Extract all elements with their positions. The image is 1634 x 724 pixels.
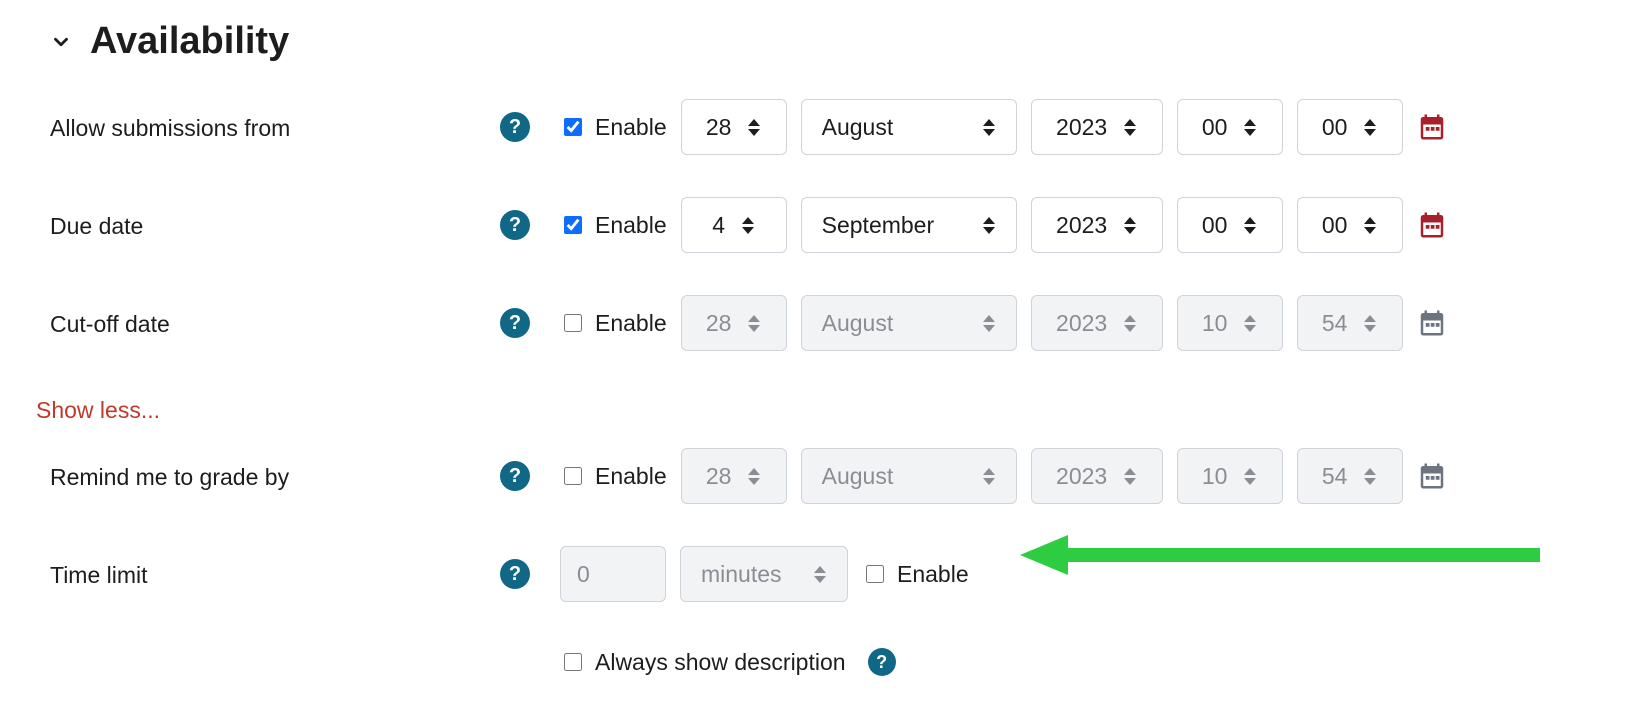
calendar-icon[interactable] xyxy=(1417,210,1447,240)
remind-enable-checkbox[interactable] xyxy=(564,467,582,485)
remind-hour-value: 10 xyxy=(1202,463,1228,490)
cutoff-day-value: 28 xyxy=(706,310,732,337)
due-date-minute-select[interactable]: 00 xyxy=(1297,197,1403,253)
caret-icon xyxy=(747,119,761,136)
cutoff-minute-select[interactable]: 54 xyxy=(1297,295,1403,351)
cutoff-month-select[interactable]: August xyxy=(801,295,1017,351)
calendar-icon[interactable] xyxy=(1417,112,1447,142)
caret-icon xyxy=(982,315,996,332)
enable-label: Enable xyxy=(595,114,667,141)
due-date-enable-checkbox[interactable] xyxy=(564,216,582,234)
remind-month-value: August xyxy=(822,463,894,490)
caret-icon xyxy=(741,217,755,234)
cutoff-hour-value: 10 xyxy=(1202,310,1228,337)
label-remind: Remind me to grade by xyxy=(50,464,289,490)
remind-year-value: 2023 xyxy=(1056,463,1107,490)
time-limit-enable-checkbox[interactable] xyxy=(866,565,884,583)
allow-from-hour-value: 00 xyxy=(1202,114,1228,141)
caret-icon xyxy=(1363,315,1377,332)
remind-month-select[interactable]: August xyxy=(801,448,1017,504)
due-date-hour-select[interactable]: 00 xyxy=(1177,197,1283,253)
help-icon[interactable]: ? xyxy=(500,308,530,338)
calendar-icon[interactable] xyxy=(1417,308,1447,338)
show-less-link[interactable]: Show less... xyxy=(36,397,160,424)
cutoff-minute-value: 54 xyxy=(1322,310,1348,337)
remind-day-value: 28 xyxy=(706,463,732,490)
remind-day-select[interactable]: 28 xyxy=(681,448,787,504)
caret-icon xyxy=(1123,315,1137,332)
due-date-month-select[interactable]: September xyxy=(801,197,1017,253)
caret-icon xyxy=(1363,468,1377,485)
caret-icon xyxy=(1363,217,1377,234)
allow-from-day-select[interactable]: 28 xyxy=(681,99,787,155)
remind-hour-select[interactable]: 10 xyxy=(1177,448,1283,504)
due-date-year-value: 2023 xyxy=(1056,212,1107,239)
cutoff-year-select[interactable]: 2023 xyxy=(1031,295,1163,351)
caret-icon xyxy=(982,468,996,485)
due-date-month-value: September xyxy=(822,212,935,239)
remind-minute-value: 54 xyxy=(1322,463,1348,490)
time-limit-value: 0 xyxy=(577,561,590,588)
enable-label: Enable xyxy=(897,561,969,588)
caret-icon xyxy=(1243,119,1257,136)
due-date-year-select[interactable]: 2023 xyxy=(1031,197,1163,253)
caret-icon xyxy=(1123,468,1137,485)
allow-from-year-value: 2023 xyxy=(1056,114,1107,141)
help-icon[interactable]: ? xyxy=(500,210,530,240)
remind-minute-select[interactable]: 54 xyxy=(1297,448,1403,504)
due-date-hour-value: 00 xyxy=(1202,212,1228,239)
enable-label: Enable xyxy=(595,310,667,337)
label-cutoff: Cut-off date xyxy=(50,311,170,337)
allow-from-month-value: August xyxy=(822,114,894,141)
due-date-day-select[interactable]: 4 xyxy=(681,197,787,253)
time-limit-unit-value: minutes xyxy=(701,561,782,588)
caret-icon xyxy=(982,217,996,234)
label-time-limit: Time limit xyxy=(50,562,148,588)
cutoff-day-select[interactable]: 28 xyxy=(681,295,787,351)
help-icon[interactable]: ? xyxy=(868,648,896,676)
calendar-icon[interactable] xyxy=(1417,461,1447,491)
caret-icon xyxy=(982,119,996,136)
help-icon[interactable]: ? xyxy=(500,112,530,142)
allow-from-day-value: 28 xyxy=(706,114,732,141)
caret-icon xyxy=(747,468,761,485)
cutoff-hour-select[interactable]: 10 xyxy=(1177,295,1283,351)
caret-icon xyxy=(1243,468,1257,485)
always-show-description-label: Always show description xyxy=(595,649,846,676)
caret-icon xyxy=(1363,119,1377,136)
allow-from-hour-select[interactable]: 00 xyxy=(1177,99,1283,155)
section-title: Availability xyxy=(90,20,289,63)
due-date-minute-value: 00 xyxy=(1322,212,1348,239)
allow-from-month-select[interactable]: August xyxy=(801,99,1017,155)
allow-from-minute-value: 00 xyxy=(1322,114,1348,141)
always-show-description-checkbox[interactable] xyxy=(564,653,582,671)
allow-from-year-select[interactable]: 2023 xyxy=(1031,99,1163,155)
enable-label: Enable xyxy=(595,463,667,490)
caret-icon xyxy=(1123,217,1137,234)
caret-icon xyxy=(813,566,827,583)
label-due-date: Due date xyxy=(50,213,143,239)
allow-from-minute-select[interactable]: 00 xyxy=(1297,99,1403,155)
caret-icon xyxy=(1243,217,1257,234)
due-date-day-value: 4 xyxy=(712,212,725,239)
help-icon[interactable]: ? xyxy=(500,461,530,491)
remind-year-select[interactable]: 2023 xyxy=(1031,448,1163,504)
section-toggle-icon[interactable] xyxy=(50,31,72,53)
help-icon[interactable]: ? xyxy=(500,559,530,589)
caret-icon xyxy=(1123,119,1137,136)
time-limit-value-input[interactable]: 0 xyxy=(560,546,666,602)
cutoff-year-value: 2023 xyxy=(1056,310,1107,337)
cutoff-month-value: August xyxy=(822,310,894,337)
caret-icon xyxy=(1243,315,1257,332)
cutoff-enable-checkbox[interactable] xyxy=(564,314,582,332)
label-allow-from: Allow submissions from xyxy=(50,115,290,141)
enable-label: Enable xyxy=(595,212,667,239)
time-limit-unit-select[interactable]: minutes xyxy=(680,546,848,602)
allow-from-enable-checkbox[interactable] xyxy=(564,118,582,136)
caret-icon xyxy=(747,315,761,332)
